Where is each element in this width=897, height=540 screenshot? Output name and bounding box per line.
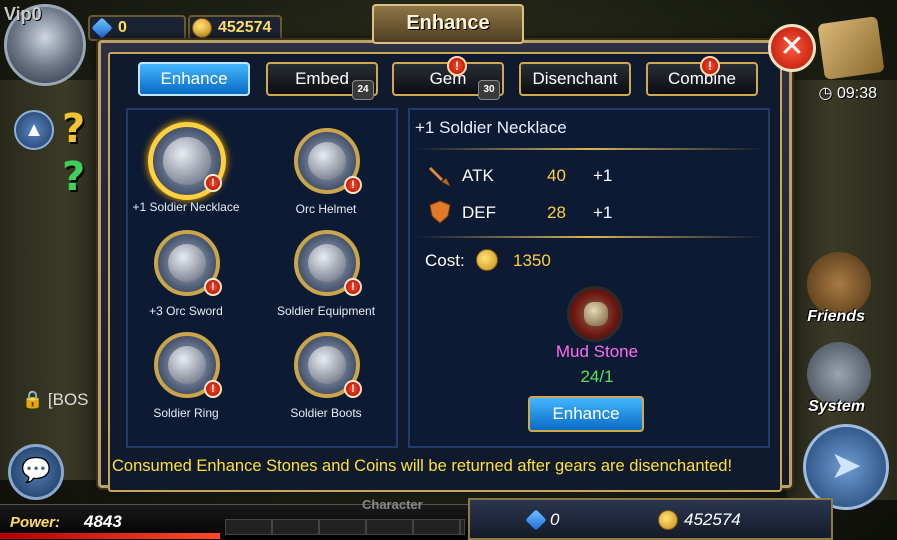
- stat-def-label: DEF: [462, 203, 496, 222]
- combine-alert-icon: !: [700, 56, 720, 76]
- coin-icon: [192, 18, 212, 38]
- item-name: Soldier Ring: [153, 406, 219, 420]
- mud-stone-icon[interactable]: [567, 286, 623, 342]
- skill-slot-strip[interactable]: [225, 519, 465, 535]
- clock: ◷ 09:38: [818, 85, 877, 102]
- dialog-title: Enhance: [406, 12, 490, 34]
- item-alert-icon: !: [204, 380, 222, 398]
- divider: [415, 236, 765, 238]
- gear-item-soldier-equipment[interactable]: ! Soldier Equipment: [258, 230, 394, 330]
- embed-lock-icon: 24: [352, 80, 374, 100]
- tab-embed-label: Embed: [295, 69, 349, 88]
- gear-item-soldier-boots[interactable]: ! Soldier Boots: [258, 332, 394, 432]
- gear-item-soldier-necklace[interactable]: ! +1 Soldier Necklace: [118, 122, 254, 226]
- tab-disenchant[interactable]: Disenchant: [519, 62, 631, 96]
- coin-icon: [476, 249, 498, 271]
- selected-gear-title: +1 Soldier Necklace: [415, 118, 567, 137]
- power-label: Power:: [10, 514, 61, 531]
- gem-alert-icon: !: [447, 56, 467, 76]
- bottom-gem-count: 0: [550, 510, 560, 529]
- gem-icon: [91, 17, 113, 39]
- shield-stat-icon: [429, 200, 451, 224]
- gem-lock-icon: 30: [478, 80, 500, 100]
- item-alert-icon: !: [344, 278, 362, 296]
- gear-item-orc-sword[interactable]: ! +3 Orc Sword: [118, 230, 254, 330]
- sword-stat-icon: [429, 167, 450, 186]
- item-name: +3 Orc Sword: [149, 304, 223, 318]
- cost-label: Cost:: [425, 251, 465, 270]
- power-value: 4843: [84, 512, 122, 531]
- system-gear-icon[interactable]: [807, 342, 871, 406]
- arrow-up-icon[interactable]: ▲: [14, 110, 54, 150]
- bottom-resource-bar: 0 452574: [468, 498, 833, 540]
- item-alert-icon: !: [204, 174, 222, 192]
- gem-count: 0: [118, 19, 127, 36]
- item-name: Soldier Boots: [290, 406, 362, 420]
- bottom-coin-icon: [658, 510, 678, 530]
- item-alert-icon: !: [344, 380, 362, 398]
- close-icon[interactable]: ✕: [768, 24, 816, 72]
- material-count: 24/1: [580, 367, 614, 386]
- enhance-button[interactable]: Enhance: [528, 396, 644, 432]
- coin-count: 452574: [218, 19, 272, 36]
- item-name: Soldier Equipment: [276, 304, 376, 318]
- chat-icon[interactable]: 💬: [8, 444, 64, 500]
- quest-gold-icon[interactable]: ?: [62, 106, 85, 152]
- stat-def-bonus: +1: [593, 203, 613, 222]
- system-label: System: [808, 398, 865, 415]
- friends-label: Friends: [807, 308, 865, 325]
- gear-item-orc-helmet[interactable]: ! Orc Helmet: [258, 128, 394, 228]
- vip-label: Vip0: [4, 4, 42, 24]
- item-name: Orc Helmet: [295, 202, 357, 216]
- power-fill: [0, 533, 220, 539]
- material-name: Mud Stone: [555, 342, 639, 361]
- character-tab-label[interactable]: Character: [362, 497, 423, 512]
- bottom-gem-icon: [525, 509, 547, 531]
- friends-icon[interactable]: [807, 252, 871, 316]
- gem-counter[interactable]: 0: [88, 15, 186, 41]
- item-name: +1 Soldier Necklace: [132, 200, 240, 214]
- map-icon[interactable]: [817, 16, 885, 80]
- tab-enhance[interactable]: Enhance: [138, 62, 250, 96]
- item-alert-icon: !: [204, 278, 222, 296]
- disenchant-notice: Consumed Enhance Stones and Coins will b…: [112, 457, 733, 475]
- item-alert-icon: !: [344, 176, 362, 194]
- boss-locked-label: 🔒 [BOS: [22, 390, 89, 409]
- stat-atk-bonus: +1: [593, 166, 613, 185]
- stat-atk-value: 40: [547, 166, 566, 185]
- gear-item-soldier-ring[interactable]: ! Soldier Ring: [118, 332, 254, 432]
- stat-def-value: 28: [547, 203, 566, 222]
- coin-counter[interactable]: 452574: [188, 15, 282, 41]
- cost-value: 1350: [513, 251, 551, 270]
- bottom-coin-count: 452574: [684, 510, 741, 529]
- divider: [415, 148, 765, 150]
- quest-green-icon[interactable]: ?: [62, 154, 85, 200]
- stat-atk-label: ATK: [462, 166, 494, 185]
